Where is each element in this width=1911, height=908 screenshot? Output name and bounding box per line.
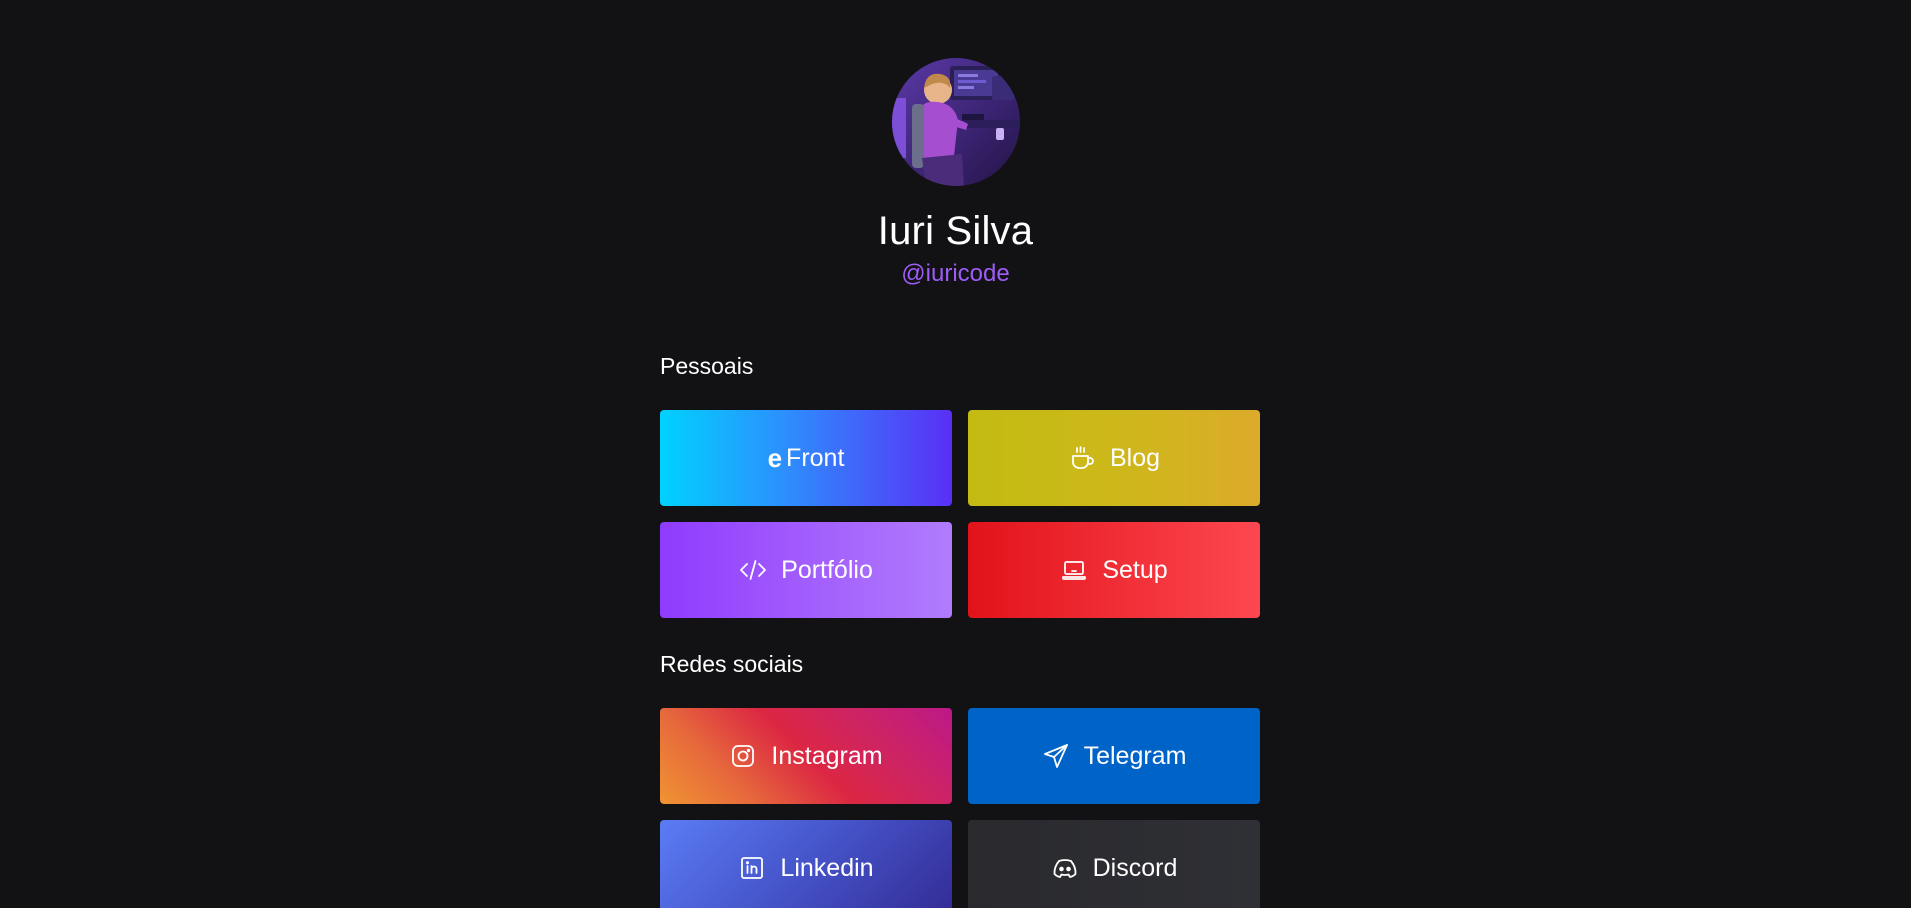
blog-link-button[interactable]: Blog — [968, 410, 1260, 506]
profile-header: Iuri Silva @iuricode — [0, 58, 1911, 288]
personal-links-grid: e Front Blog Portfólio Setup — [660, 410, 1260, 618]
efront-label: Front — [786, 443, 845, 472]
discord-icon — [1051, 854, 1079, 882]
blog-label: Blog — [1109, 443, 1161, 472]
efront-link-button[interactable]: e Front — [660, 410, 952, 506]
coffee-cup-icon — [1068, 444, 1096, 472]
profile-handle-link[interactable]: @iuricode — [901, 260, 1009, 288]
social-links-grid: Instagram Telegram Linkedin Discord — [660, 708, 1260, 908]
linkedin-label: Linkedin — [780, 853, 874, 882]
telegram-link-button[interactable]: Telegram — [968, 708, 1260, 804]
discord-link-button[interactable]: Discord — [968, 820, 1260, 908]
paper-plane-icon — [1042, 742, 1070, 770]
setup-label: Setup — [1102, 555, 1168, 584]
section-title-personal: Pessoais — [660, 353, 754, 379]
portfolio-link-button[interactable]: Portfólio — [660, 522, 952, 618]
telegram-label: Telegram — [1083, 741, 1187, 770]
instagram-icon — [729, 742, 757, 770]
avatar — [891, 58, 1020, 186]
laptop-icon — [1060, 556, 1088, 584]
linkedin-link-button[interactable]: Linkedin — [660, 820, 952, 908]
efront-logo-icon: e — [767, 442, 783, 473]
instagram-link-button[interactable]: Instagram — [660, 708, 952, 804]
portfolio-label: Portfólio — [781, 555, 873, 584]
page: Iuri Silva @iuricode Pessoais e Front Bl… — [0, 0, 1911, 908]
instagram-label: Instagram — [771, 741, 883, 770]
code-icon — [739, 556, 767, 584]
linkedin-icon — [738, 854, 766, 882]
setup-link-button[interactable]: Setup — [968, 522, 1260, 618]
discord-label: Discord — [1092, 853, 1178, 882]
profile-name: Iuri Silva — [877, 209, 1034, 253]
section-title-social: Redes sociais — [660, 651, 804, 677]
